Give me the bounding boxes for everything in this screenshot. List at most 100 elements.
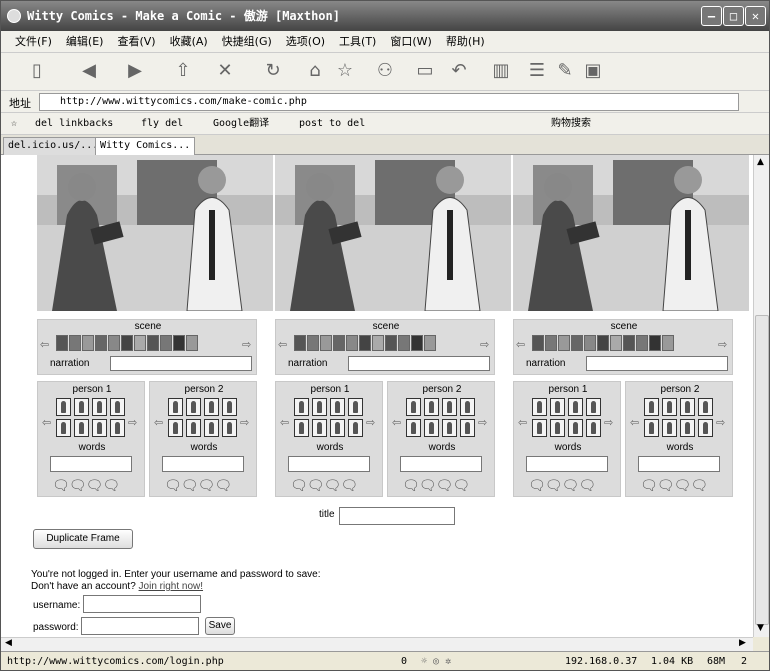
scene-thumb[interactable] <box>372 335 384 351</box>
words-input[interactable] <box>400 456 482 472</box>
pose-thumb[interactable] <box>92 419 107 437</box>
prev-arrow-icon[interactable]: ⇦ <box>42 416 51 429</box>
pose-thumb[interactable] <box>532 398 547 416</box>
save-button[interactable]: Save <box>205 617 235 635</box>
next-arrow-icon[interactable]: ⇨ <box>478 416 487 429</box>
scene-thumb[interactable] <box>636 335 648 351</box>
scene-thumb[interactable] <box>134 335 146 351</box>
pose-thumb[interactable] <box>680 398 695 416</box>
prev-arrow-icon[interactable]: ⇦ <box>154 416 163 429</box>
refresh-icon[interactable]: ↻ <box>261 59 285 83</box>
next-arrow-icon[interactable]: ⇨ <box>128 416 137 429</box>
up-icon[interactable]: ⇧ <box>171 59 195 83</box>
duplicate-frame-button[interactable]: Duplicate Frame <box>33 529 133 549</box>
pose-thumb[interactable] <box>56 398 71 416</box>
pose-thumb[interactable] <box>204 419 219 437</box>
scene-thumb[interactable] <box>160 335 172 351</box>
prev-arrow-icon[interactable]: ⇦ <box>630 416 639 429</box>
columns-icon[interactable]: ▥ <box>489 59 513 83</box>
pose-thumb[interactable] <box>222 419 237 437</box>
scene-thumb[interactable] <box>571 335 583 351</box>
words-input[interactable] <box>50 456 132 472</box>
rss-icon[interactable]: ⚇ <box>373 59 397 83</box>
pose-thumb[interactable] <box>698 419 713 437</box>
tab-witty-comics[interactable]: Witty Comics... <box>95 137 196 155</box>
scene-thumb[interactable] <box>584 335 596 351</box>
prev-arrow-icon[interactable]: ⇦ <box>392 416 401 429</box>
scene-thumb[interactable] <box>307 335 319 351</box>
image-icon[interactable]: ▣ <box>581 59 605 83</box>
scene-thumb[interactable] <box>558 335 570 351</box>
narration-input[interactable] <box>110 356 252 371</box>
scene-thumb[interactable] <box>398 335 410 351</box>
pose-thumb[interactable] <box>550 419 565 437</box>
next-arrow-icon[interactable]: ⇨ <box>716 416 725 429</box>
scroll-left-icon[interactable]: ◀ <box>5 638 12 648</box>
pose-thumb[interactable] <box>110 419 125 437</box>
password-field[interactable] <box>81 617 199 635</box>
next-arrow-icon[interactable]: ⇨ <box>240 416 249 429</box>
pose-thumb[interactable] <box>56 419 71 437</box>
next-arrow-icon[interactable]: ⇨ <box>366 416 375 429</box>
scene-thumb[interactable] <box>95 335 107 351</box>
edit-icon[interactable]: ✎ <box>553 59 577 83</box>
shopping-search[interactable]: 购物搜索 <box>551 113 591 135</box>
pose-thumb[interactable] <box>424 398 439 416</box>
pose-thumb[interactable] <box>680 419 695 437</box>
menu-options[interactable]: 选项(O) <box>279 31 332 53</box>
pose-thumb[interactable] <box>204 398 219 416</box>
minimize-button[interactable]: – <box>701 6 722 26</box>
pose-thumb[interactable] <box>330 398 345 416</box>
pose-thumb[interactable] <box>586 419 601 437</box>
pose-thumb[interactable] <box>460 419 475 437</box>
tab-delicious[interactable]: del.icio.us/... <box>3 137 104 155</box>
menu-view[interactable]: 查看(V) <box>110 31 162 53</box>
scene-thumb[interactable] <box>82 335 94 351</box>
pose-thumb[interactable] <box>442 398 457 416</box>
speech-bubble-icons[interactable]: 🗨🗨🗨🗨 <box>164 478 232 494</box>
back-icon[interactable]: ◀ <box>77 59 101 83</box>
words-input[interactable] <box>288 456 370 472</box>
pose-thumb[interactable] <box>406 419 421 437</box>
speech-bubble-icons[interactable]: 🗨🗨🗨🗨 <box>528 478 596 494</box>
undo-icon[interactable]: ↶ <box>447 59 471 83</box>
menu-groups[interactable]: 快捷组(G) <box>215 31 279 53</box>
words-input[interactable] <box>162 456 244 472</box>
pose-thumb[interactable] <box>348 398 363 416</box>
scene-thumb[interactable] <box>411 335 423 351</box>
forward-icon[interactable]: ▶ <box>123 59 147 83</box>
status-tools-icon[interactable]: ☼ ◎ ✲ <box>421 653 451 670</box>
scene-thumb[interactable] <box>424 335 436 351</box>
home-icon[interactable]: ⌂ <box>303 59 327 83</box>
scene-thumb[interactable] <box>610 335 622 351</box>
url-input[interactable]: http://www.wittycomics.com/make-comic.ph… <box>39 93 739 111</box>
pose-thumb[interactable] <box>662 419 677 437</box>
horizontal-scrollbar[interactable]: ◀ ▶ <box>1 637 753 651</box>
next-scene-icon[interactable]: ⇨ <box>718 338 727 351</box>
scene-thumb[interactable] <box>597 335 609 351</box>
pose-thumb[interactable] <box>186 419 201 437</box>
prev-scene-icon[interactable]: ⇦ <box>278 338 287 351</box>
menu-favorites[interactable]: 收藏(A) <box>163 31 215 53</box>
new-page-icon[interactable]: ▯ <box>25 59 49 83</box>
scene-thumb[interactable] <box>649 335 661 351</box>
pose-thumb[interactable] <box>568 398 583 416</box>
close-button[interactable]: ✕ <box>745 6 766 26</box>
pose-thumb[interactable] <box>222 398 237 416</box>
pose-thumb[interactable] <box>168 419 183 437</box>
prev-scene-icon[interactable]: ⇦ <box>516 338 525 351</box>
scene-thumb[interactable] <box>320 335 332 351</box>
prev-scene-icon[interactable]: ⇦ <box>40 338 49 351</box>
words-input[interactable] <box>638 456 720 472</box>
scene-thumb[interactable] <box>346 335 358 351</box>
star-icon[interactable]: ☆ <box>11 113 17 135</box>
scene-thumb[interactable] <box>56 335 68 351</box>
scene-thumb[interactable] <box>623 335 635 351</box>
scroll-thumb[interactable] <box>755 315 769 625</box>
pose-thumb[interactable] <box>442 419 457 437</box>
pose-thumb[interactable] <box>312 419 327 437</box>
scene-thumb[interactable] <box>147 335 159 351</box>
pose-thumb[interactable] <box>74 419 89 437</box>
bookmark-google-translate[interactable]: Google翻译 <box>213 113 269 135</box>
scroll-right-icon[interactable]: ▶ <box>739 638 746 648</box>
